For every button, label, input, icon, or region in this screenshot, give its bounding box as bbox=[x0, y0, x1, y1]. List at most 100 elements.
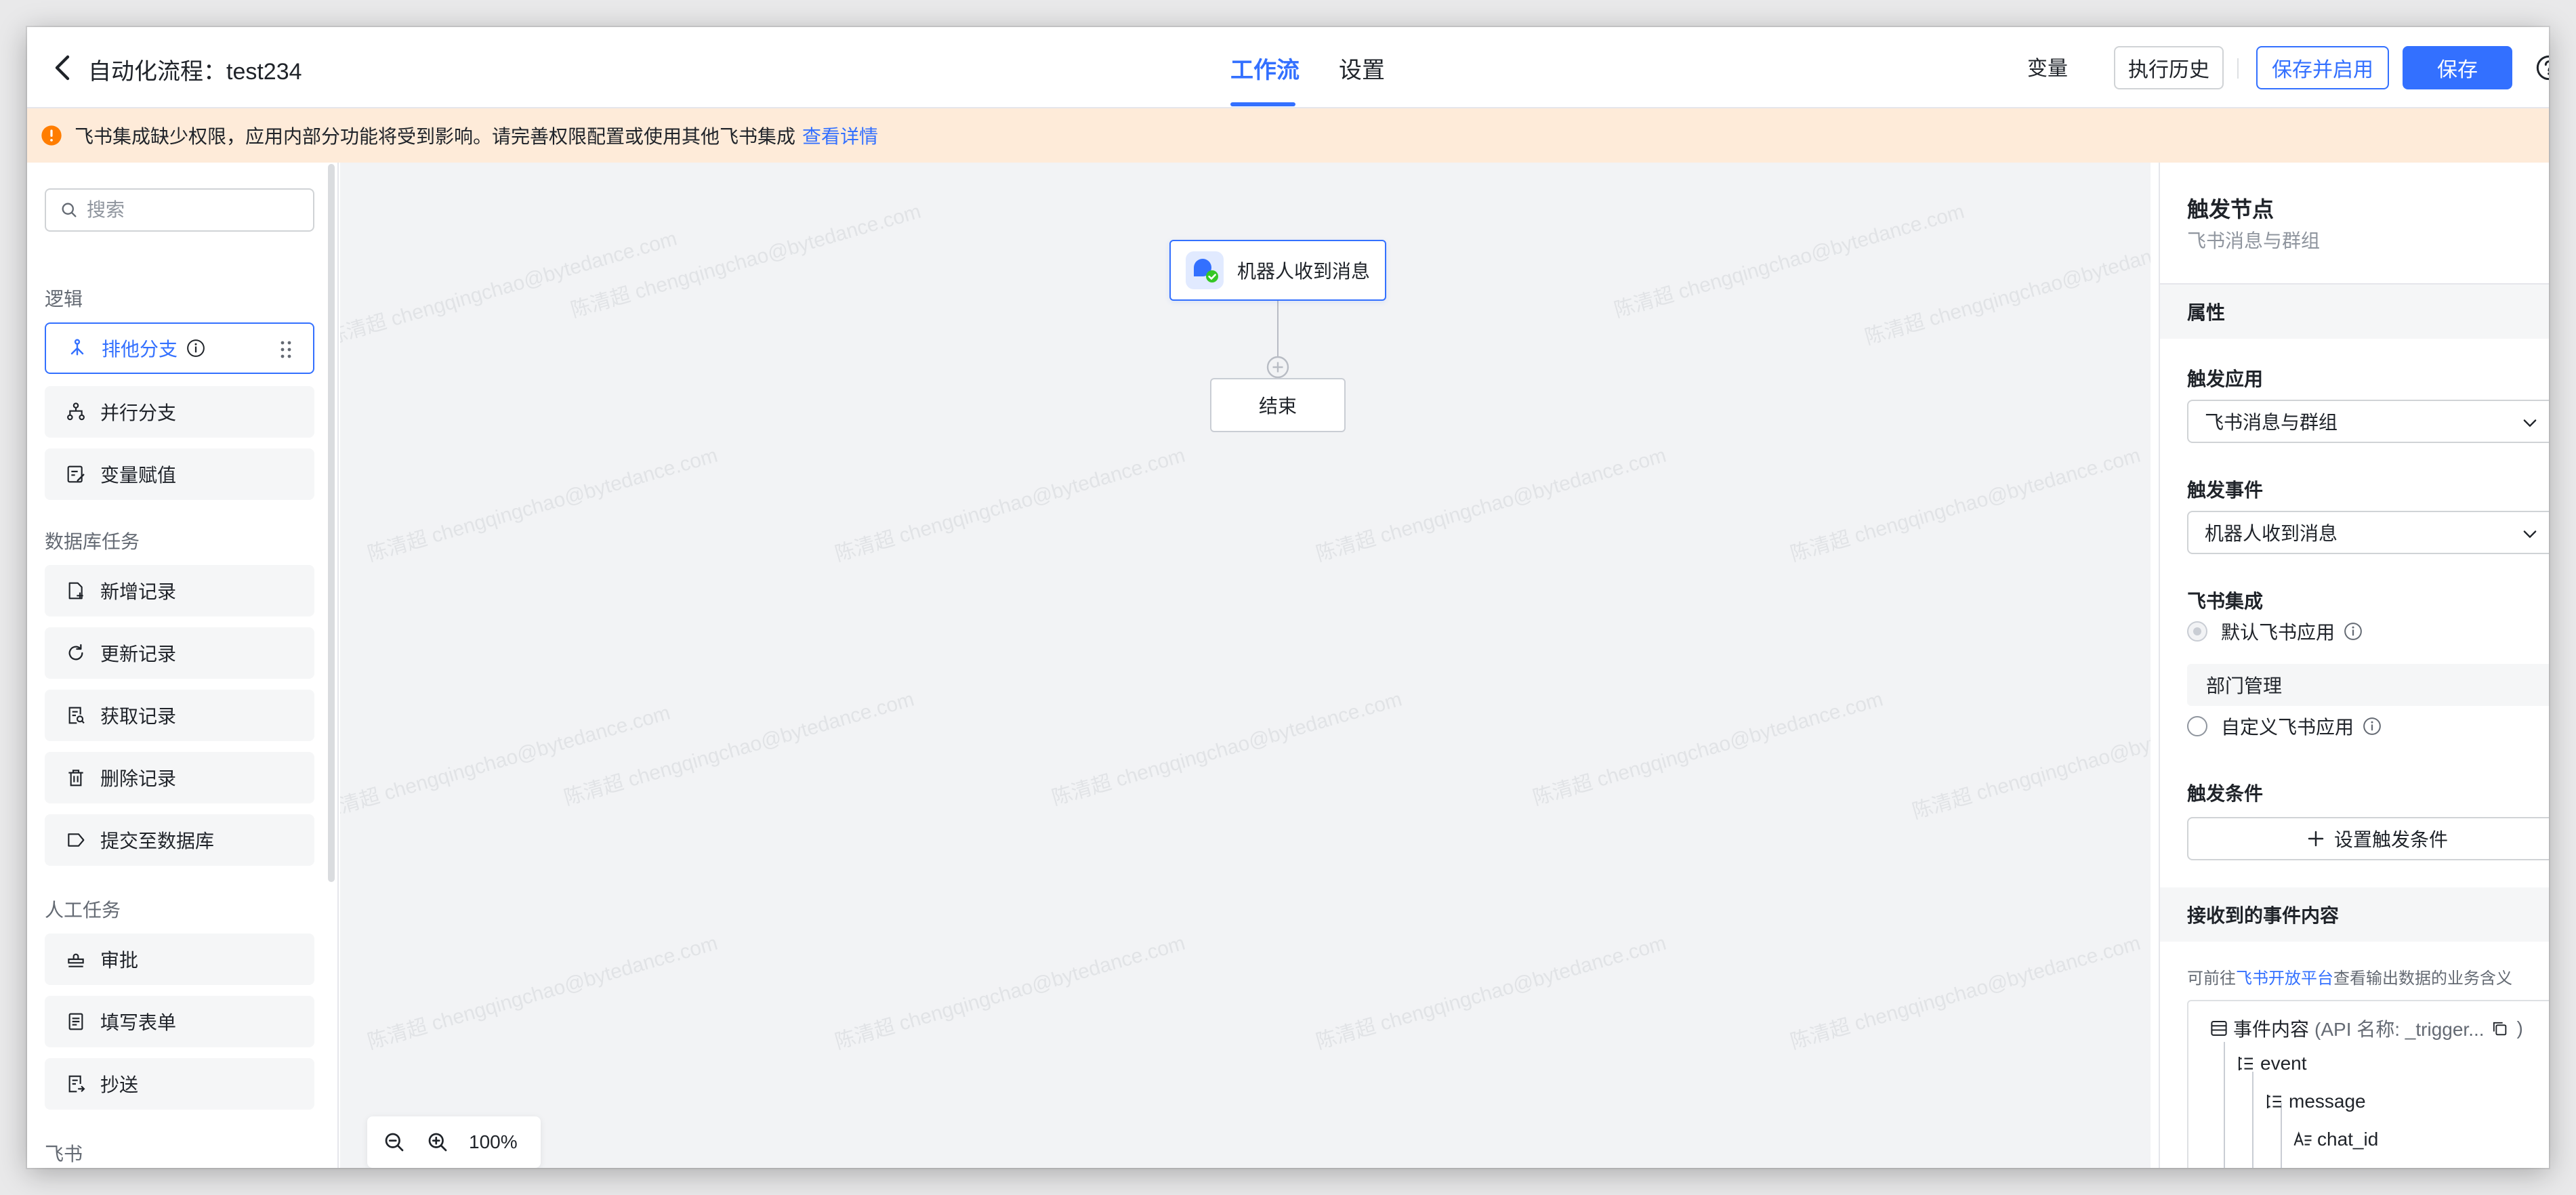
watermark: 陈清超 chengqingchao@bytedance.com bbox=[561, 688, 917, 810]
node-approval[interactable]: 审批 bbox=[45, 934, 314, 985]
node-item-label: 排他分支 bbox=[102, 339, 178, 360]
drag-handle-icon[interactable] bbox=[279, 340, 293, 359]
radio-button[interactable] bbox=[2187, 621, 2207, 642]
radio-button[interactable] bbox=[2187, 716, 2207, 736]
save-and-enable-button[interactable]: 保存并启用 bbox=[2256, 46, 2389, 89]
watermark: 陈清超 chengqingchao@bytedance.com bbox=[340, 701, 673, 824]
node-add-record[interactable]: 新增记录 bbox=[45, 565, 314, 616]
tree-node-message[interactable]: message bbox=[2264, 1091, 2366, 1112]
end-node[interactable]: 结束 bbox=[1210, 378, 1346, 432]
node-item-label: 并行分支 bbox=[100, 402, 177, 423]
watermark: 陈清超 chengqingchao@bytedance.com bbox=[1313, 444, 1669, 566]
tab-workflow[interactable]: 工作流 bbox=[1230, 51, 1300, 85]
zoom-in-icon[interactable] bbox=[425, 1130, 450, 1154]
database-icon bbox=[2211, 1021, 2227, 1036]
watermark: 陈清超 chengqingchao@bytedance.com bbox=[365, 444, 720, 566]
permission-warning-banner: 飞书集成缺少权限，应用内部分功能将受到影响。请完善权限配置或使用其他飞书集成 查… bbox=[27, 108, 2549, 163]
save-button[interactable]: 保存 bbox=[2403, 46, 2512, 89]
variables-button[interactable]: 变量 bbox=[2027, 51, 2068, 81]
left-panel-scrollbar[interactable] bbox=[328, 164, 335, 882]
node-item-label: 变量赋值 bbox=[100, 465, 177, 486]
node-fill-form[interactable]: 填写表单 bbox=[45, 996, 314, 1047]
workflow-canvas[interactable]: 陈清超 chengqingchao@bytedance.com 陈清超 chen… bbox=[340, 163, 2151, 1168]
section-database-tasks: 数据库任务 bbox=[45, 531, 140, 552]
info-icon[interactable] bbox=[2362, 716, 2382, 736]
trigger-app-select[interactable]: 飞书消息与群组 bbox=[2187, 400, 2549, 443]
search-icon bbox=[62, 203, 77, 217]
hint-prefix: 可前往 bbox=[2187, 969, 2236, 988]
node-item-label: 抄送 bbox=[100, 1074, 139, 1095]
tree-node-chat-type[interactable]: chat_type bbox=[2293, 1167, 2399, 1168]
trigger-app-value: 飞书消息与群组 bbox=[2205, 412, 2338, 433]
banner-message: 飞书集成缺少权限，应用内部分功能将受到影响。请完善权限配置或使用其他飞书集成 bbox=[75, 126, 796, 147]
trigger-event-value: 机器人收到消息 bbox=[2205, 523, 2338, 544]
active-tab-indicator bbox=[1230, 102, 1295, 106]
warning-icon bbox=[41, 125, 62, 146]
tree-root-row[interactable]: 事件内容 (API 名称: _trigger... ) bbox=[2209, 1015, 2523, 1042]
radio-label: 默认飞书应用 bbox=[2221, 622, 2335, 643]
radio-default-feishu-app[interactable]: 默认飞书应用 bbox=[2187, 618, 2363, 645]
tree-node-chat-id[interactable]: chat_id bbox=[2293, 1129, 2378, 1150]
tree-node-label: event bbox=[2260, 1053, 2307, 1074]
section-event-content: 接收到的事件内容 bbox=[2160, 887, 2549, 942]
trigger-node[interactable]: 机器人收到消息 bbox=[1169, 240, 1386, 301]
watermark: 陈清超 chengqingchao@bytedance.com bbox=[1787, 931, 2143, 1054]
zoom-level[interactable]: 100% bbox=[469, 1131, 518, 1153]
node-delete-record[interactable]: 删除记录 bbox=[45, 752, 314, 803]
radio-label: 自定义飞书应用 bbox=[2221, 717, 2354, 738]
tree-root-label: 事件内容 bbox=[2233, 1019, 2310, 1040]
section-properties: 属性 bbox=[2160, 285, 2549, 339]
exclusive-branch-icon bbox=[70, 339, 84, 356]
tree-guide bbox=[2281, 1103, 2282, 1168]
text-field-icon bbox=[2293, 1131, 2312, 1146]
back-arrow-icon[interactable] bbox=[47, 51, 80, 84]
search-box[interactable] bbox=[45, 188, 314, 232]
department-management: 部门管理 bbox=[2187, 664, 2549, 706]
commit-icon bbox=[68, 833, 85, 847]
node-cc[interactable]: 抄送 bbox=[45, 1058, 314, 1110]
open-platform-link[interactable]: 飞书开放平台 bbox=[2236, 969, 2333, 988]
add-node-plus-icon[interactable] bbox=[1266, 355, 1290, 379]
trigger-event-select[interactable]: 机器人收到消息 bbox=[2187, 511, 2549, 554]
parallel-branch-icon bbox=[67, 402, 85, 421]
section-logic: 逻辑 bbox=[45, 289, 83, 310]
copy-icon[interactable] bbox=[2490, 1019, 2509, 1038]
open-platform-hint: 可前往飞书开放平台查看输出数据的业务含义 bbox=[2187, 965, 2512, 988]
execution-history-button[interactable]: 执行历史 bbox=[2114, 46, 2224, 89]
trash-icon bbox=[68, 770, 83, 787]
node-commit-database[interactable]: 提交至数据库 bbox=[45, 814, 314, 866]
info-icon[interactable] bbox=[186, 338, 206, 358]
event-content-tree: 事件内容 (API 名称: _trigger... ) event messag… bbox=[2187, 1000, 2549, 1168]
info-icon[interactable] bbox=[2343, 621, 2363, 642]
plus-icon bbox=[2308, 831, 2324, 847]
node-variable-assign[interactable]: 变量赋值 bbox=[45, 448, 314, 500]
node-exclusive-branch[interactable]: 排他分支 bbox=[45, 322, 314, 374]
object-icon bbox=[2266, 1095, 2281, 1108]
node-parallel-branch[interactable]: 并行分支 bbox=[45, 386, 314, 438]
tree-node-event[interactable]: event bbox=[2236, 1053, 2307, 1074]
radio-custom-feishu-app[interactable]: 自定义飞书应用 bbox=[2187, 713, 2382, 740]
section-manual-tasks: 人工任务 bbox=[45, 900, 121, 921]
panel-title: 触发节点 bbox=[2187, 197, 2274, 222]
tree-node-label: chat_id bbox=[2317, 1129, 2379, 1150]
chevron-down-icon bbox=[2523, 419, 2537, 427]
watermark: 陈清超 chengqingchao@bytedance.com bbox=[340, 227, 680, 350]
tree-node-label: message bbox=[2289, 1091, 2366, 1112]
tree-node-label: chat_type bbox=[2317, 1167, 2399, 1168]
view-details-link[interactable]: 查看详情 bbox=[802, 122, 878, 149]
node-get-record[interactable]: 获取记录 bbox=[45, 690, 314, 741]
help-icon[interactable] bbox=[2535, 54, 2549, 81]
tab-settings[interactable]: 设置 bbox=[1339, 51, 1385, 85]
app-window: 自动化流程：test234 工作流 设置 变量 执行历史 保存并启用 保存 飞书… bbox=[27, 27, 2549, 1168]
node-item-label: 获取记录 bbox=[100, 706, 177, 727]
search-input[interactable] bbox=[87, 199, 304, 221]
trigger-app-label: 触发应用 bbox=[2187, 369, 2264, 390]
trigger-node-label: 机器人收到消息 bbox=[1237, 261, 1370, 282]
watermark: 陈清超 chengqingchao@bytedance.com bbox=[832, 444, 1188, 566]
zoom-out-icon[interactable] bbox=[382, 1130, 407, 1154]
set-trigger-condition-button[interactable]: 设置触发条件 bbox=[2187, 817, 2549, 860]
node-update-record[interactable]: 更新记录 bbox=[45, 627, 314, 679]
tree-guide bbox=[2252, 1072, 2253, 1168]
bot-message-icon bbox=[1185, 251, 1224, 289]
tree-guide bbox=[2224, 1042, 2225, 1168]
